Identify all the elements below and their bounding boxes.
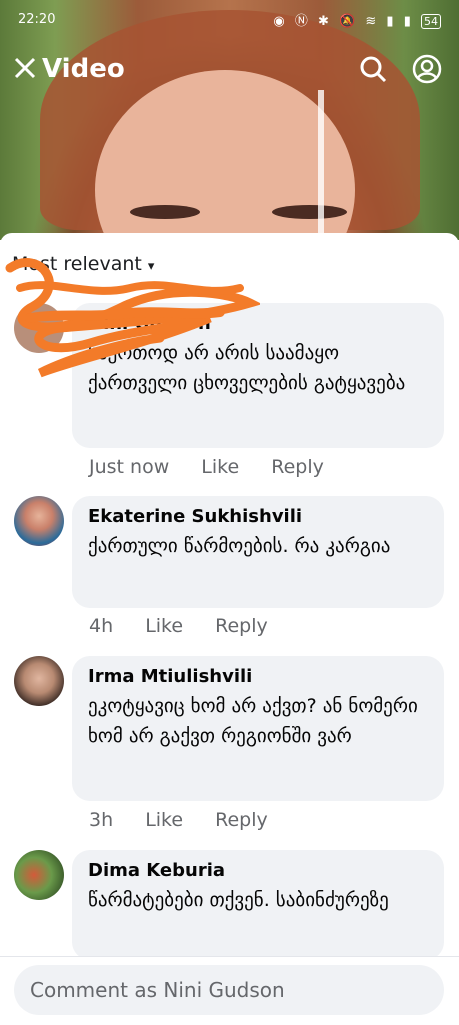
status-bar: 22:20 ◉ Ⓝ ✱ 🔕 ≋ ▮ ▮ 54 (0, 0, 459, 40)
comment-time: Just now (89, 456, 170, 478)
close-icon[interactable] (10, 53, 40, 83)
comment-bubble[interactable]: Dima Keburia წარმატებები თქვენ. საბინძურ… (72, 850, 444, 960)
comment-meta: 3h Like Reply (89, 809, 294, 831)
comment-composer: Comment as Nini Gudson (0, 956, 459, 1025)
signal-icon: ▮ (403, 14, 414, 29)
comment-author[interactable]: Nini Gudson (88, 313, 428, 334)
chevron-down-icon: ▾ (147, 259, 155, 274)
avatar[interactable] (14, 496, 64, 546)
wifi-icon: ≋ (365, 14, 380, 29)
bluetooth-icon: ✱ (317, 14, 332, 29)
profile-icon[interactable] (411, 53, 443, 85)
comment-time: 3h (89, 809, 114, 831)
comment-text: ქართული წარმოების. რა კარგია (88, 535, 391, 557)
comment-bubble[interactable]: Irma Mtiulishvili ეკოტყავიც ხომ არ აქვთ?… (72, 656, 444, 801)
status-time: 22:20 (18, 12, 56, 27)
reply-button[interactable]: Reply (271, 456, 324, 478)
nfc-icon: Ⓝ (294, 14, 311, 29)
comment-bubble[interactable]: Nini Gudson საერთოდ არ არის საამაყო ქართ… (72, 303, 444, 448)
comments-sheet: Most relevant ▾ Nini Gudson საერთოდ არ ა… (0, 233, 459, 1024)
like-button[interactable]: Like (145, 615, 183, 637)
comment-author[interactable]: Irma Mtiulishvili (88, 666, 428, 687)
sort-dropdown[interactable]: Most relevant ▾ (12, 253, 154, 275)
eye-icon: ◉ (273, 14, 288, 29)
comment-input[interactable]: Comment as Nini Gudson (14, 965, 444, 1015)
video-light-streak (318, 90, 324, 240)
comment-meta: Just now Like Reply (89, 456, 350, 478)
comment-time: 4h (89, 615, 114, 637)
comment-author[interactable]: Ekaterine Sukhishvili (88, 506, 428, 527)
mute-icon: 🔕 (339, 14, 359, 29)
avatar[interactable] (14, 303, 64, 353)
reply-button[interactable]: Reply (215, 615, 268, 637)
sort-label: Most relevant (12, 253, 142, 275)
avatar[interactable] (14, 850, 64, 900)
avatar[interactable] (14, 656, 64, 706)
comment-text: წარმატებები თქვენ. საბინძურეზე (88, 889, 389, 911)
video-brow-right (272, 205, 347, 219)
like-button[interactable]: Like (201, 456, 239, 478)
page-title: Video (42, 54, 125, 84)
signal-icon: ▮ (386, 14, 397, 29)
comment-meta: 4h Like Reply (89, 615, 294, 637)
like-button[interactable]: Like (145, 809, 183, 831)
video-header: Video (0, 45, 459, 95)
video-brow-left (130, 205, 200, 219)
reply-button[interactable]: Reply (215, 809, 268, 831)
status-icons: ◉ Ⓝ ✱ 🔕 ≋ ▮ ▮ 54 (273, 10, 441, 29)
comment-text: საერთოდ არ არის საამაყო ქართველი ცხოველე… (88, 342, 406, 394)
comment-bubble[interactable]: Ekaterine Sukhishvili ქართული წარმოების.… (72, 496, 444, 608)
search-icon[interactable] (357, 53, 389, 85)
battery-icon: 54 (421, 14, 441, 29)
comment-text: ეკოტყავიც ხომ არ აქვთ? ან ნომერი ხომ არ … (88, 695, 418, 747)
comment-author[interactable]: Dima Keburia (88, 860, 428, 881)
